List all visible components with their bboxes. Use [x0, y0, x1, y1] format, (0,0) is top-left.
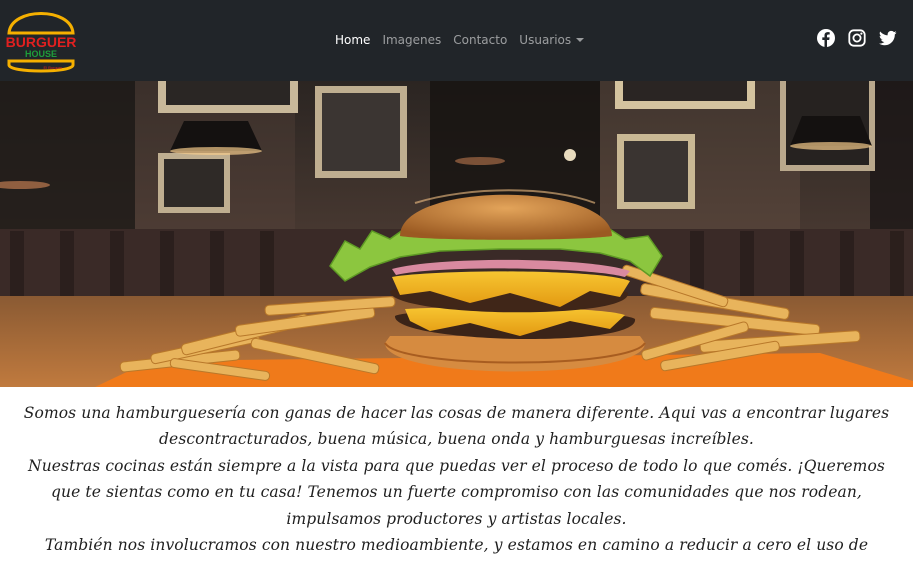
about-paragraph: Nuestras cocinas están siempre a la vist… [28, 456, 885, 528]
instagram-icon[interactable] [848, 29, 866, 47]
nav-links: Home Imagenes Contacto Usuarios [335, 31, 596, 49]
navbar: BURGUER HOUSE El Burguer Home Imagenes C… [0, 0, 913, 81]
social-links [804, 29, 897, 47]
chevron-down-icon [576, 38, 585, 42]
brand-logo[interactable]: BURGUER HOUSE El Burguer [5, 3, 77, 77]
logo-text-house: HOUSE [25, 49, 57, 59]
about-paragraph: Somos una hamburguesería con ganas de ha… [23, 404, 890, 449]
nav-dropdown-usuarios[interactable]: Usuarios [519, 33, 585, 47]
logo-text-burguer: BURGUER [6, 34, 77, 50]
twitter-icon[interactable] [879, 29, 897, 47]
bun-top-icon [7, 12, 75, 35]
nav-link-home[interactable]: Home [335, 33, 370, 47]
about-text: Somos una hamburguesería con ganas de ha… [14, 400, 899, 558]
nav-link-contacto[interactable]: Contacto [453, 33, 507, 47]
nav-link-imagenes[interactable]: Imagenes [382, 33, 441, 47]
nav-dropdown-label: Usuarios [519, 33, 572, 47]
facebook-icon[interactable] [817, 29, 835, 47]
bun-bottom-icon [7, 59, 75, 73]
logo-tagline: El Burguer [44, 65, 64, 70]
about-paragraph: También nos involucramos con nuestro med… [44, 536, 869, 555]
hero-image [0, 81, 913, 387]
